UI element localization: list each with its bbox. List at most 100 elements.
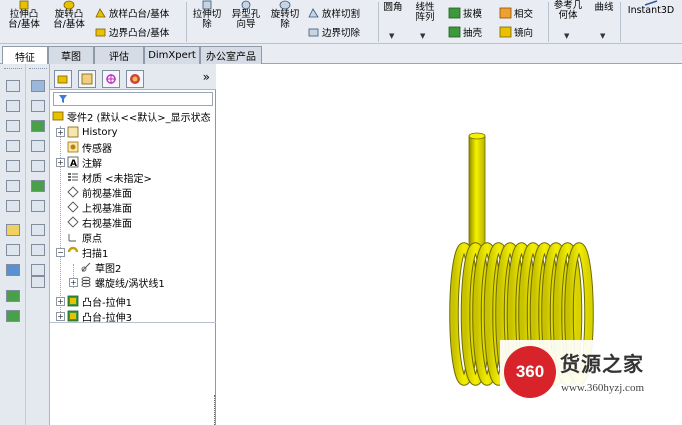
left-toolbar-primary	[0, 64, 26, 425]
toolbar-icon[interactable]	[31, 100, 45, 112]
tree-item-boss-extrude3[interactable]: 凸台-拉伸3	[67, 309, 132, 324]
tree-item-sketch2[interactable]: 草图2	[80, 260, 121, 275]
expand-toggle-icon[interactable]: +	[56, 312, 65, 321]
toolbar-icon[interactable]	[6, 120, 20, 132]
tree-item-history[interactable]: History	[67, 125, 118, 139]
boundary-cut-label: 边界切除	[322, 28, 361, 39]
tab-office-products[interactable]: 办公室产品	[200, 46, 262, 64]
tree-item-sensors[interactable]: 传感器	[67, 140, 112, 155]
svg-text:A: A	[70, 159, 77, 168]
command-manager-tabs: 特征 草图 评估 DimXpert 办公室产品	[0, 44, 682, 65]
toolbar-icon[interactable]	[6, 80, 20, 92]
collapse-toggle-icon[interactable]: −	[56, 248, 65, 257]
shell-button[interactable]: 抽壳	[448, 25, 482, 39]
spring-leg-end	[468, 132, 486, 140]
feature-tree-icon	[57, 75, 68, 84]
tree-item-front-plane[interactable]: 前视基准面	[67, 185, 132, 200]
toolbar-icon[interactable]	[31, 200, 45, 212]
draft-button[interactable]: 拔模	[448, 6, 482, 20]
toolbar-icon[interactable]	[6, 100, 20, 112]
toolbar-icon[interactable]	[6, 160, 20, 172]
toolbar-icon[interactable]	[31, 224, 45, 236]
tree-item-boss-extrude1[interactable]: 凸台-拉伸1	[67, 294, 132, 309]
toolbar-icon[interactable]	[6, 140, 20, 152]
tree-item-annotations[interactable]: A 注解	[67, 155, 102, 170]
expand-toggle-icon[interactable]: +	[56, 297, 65, 306]
revolve-cut-label: 旋转切除	[270, 9, 300, 30]
mirror-button[interactable]: 镜向	[499, 25, 533, 39]
tree-item-label: 前视基准面	[82, 188, 132, 200]
revolve-boss-base-button[interactable]: 旋转凸台/基体	[48, 0, 90, 44]
tree-item-right-plane[interactable]: 右视基准面	[67, 215, 132, 230]
intersect-button[interactable]: 相交	[499, 6, 533, 20]
toolbar-icon[interactable]	[31, 140, 45, 152]
toolbar-icon[interactable]	[31, 276, 45, 288]
tree-item-sweep1[interactable]: 扫描1	[67, 245, 109, 260]
toolbar-icon[interactable]	[6, 244, 20, 256]
tree-rollback-bar[interactable]	[50, 322, 216, 323]
tree-item-label: 传感器	[82, 143, 112, 155]
instant3d-button[interactable]: Instant3D	[622, 0, 680, 44]
mirror-icon	[499, 26, 512, 38]
instant3d-label: Instant3D	[627, 5, 675, 16]
tab-dimxpert[interactable]: DimXpert	[144, 46, 200, 64]
boundary-cut-icon	[308, 28, 319, 37]
loft-boss-base-button[interactable]: 放样凸台/基体	[94, 6, 169, 20]
plane-icon	[67, 216, 79, 228]
tree-item-label: 扫描1	[82, 248, 109, 260]
feature-tree-root[interactable]: 零件2 (默认<<默认>_显示状态	[52, 109, 211, 124]
part-icon	[52, 111, 64, 121]
toolbar-icon[interactable]	[31, 80, 45, 92]
toolbar-icon[interactable]	[6, 290, 20, 302]
toolbar-icon[interactable]	[31, 120, 45, 132]
boundary-boss-base-button[interactable]: 边界凸台/基体	[94, 25, 169, 39]
linear-pattern-dropdown-icon[interactable]: ▼	[420, 32, 425, 40]
boundary-cut-button[interactable]: 边界切除	[307, 25, 360, 39]
toolbar-icon[interactable]	[31, 264, 45, 276]
boundary-boss-base-label: 边界凸台/基体	[109, 28, 170, 39]
toolbar-icon[interactable]	[31, 180, 45, 192]
reference-geometry-dropdown-icon[interactable]: ▼	[564, 32, 569, 40]
extrude-cut-button[interactable]: 拉伸切除	[189, 0, 225, 44]
toolbar-icon[interactable]	[6, 180, 20, 192]
mirror-label: 镜向	[514, 28, 534, 39]
display-manager-tab-icon[interactable]	[126, 70, 144, 88]
toolbar-icon[interactable]	[6, 264, 20, 276]
toolbar-grip[interactable]	[29, 68, 47, 70]
configuration-manager-tab-icon[interactable]	[102, 70, 120, 88]
extrude-boss-base-button[interactable]: 拉伸凸台/基体	[2, 0, 46, 44]
expand-toggle-icon[interactable]: +	[56, 158, 65, 167]
sensor-icon	[67, 141, 79, 153]
tree-item-label: 上视基准面	[82, 203, 132, 215]
loft-cut-button[interactable]: 放样切割	[307, 6, 360, 20]
revolve-cut-button[interactable]: 旋转切除	[267, 0, 303, 44]
fillet-label: 圆角	[383, 2, 403, 13]
tree-item-origin[interactable]: 原点	[67, 230, 102, 245]
tab-sketch[interactable]: 草图	[48, 46, 94, 64]
property-manager-tab-icon[interactable]	[78, 70, 96, 88]
toolbar-icon[interactable]	[6, 200, 20, 212]
tab-features[interactable]: 特征	[2, 46, 48, 65]
toolbar-grip[interactable]	[4, 68, 22, 70]
toolbar-icon[interactable]	[6, 310, 20, 322]
solidworks-window: 拉伸凸台/基体 旋转凸台/基体 放样凸台/基体 边界凸台/基体 拉伸切除 异型孔…	[0, 0, 682, 425]
loft-cut-label: 放样切割	[322, 9, 361, 20]
tree-item-material[interactable]: 材质 <未指定>	[67, 170, 152, 185]
hole-wizard-button[interactable]: 异型孔向导	[228, 0, 264, 44]
tree-item-label: 螺旋线/涡状线1	[95, 278, 165, 290]
tree-item-helix[interactable]: 螺旋线/涡状线1	[80, 275, 165, 290]
tree-item-top-plane[interactable]: 上视基准面	[67, 200, 132, 215]
tree-item-label: 材质 <未指定>	[82, 173, 152, 185]
sketch-icon[interactable]	[6, 224, 20, 236]
tab-evaluate[interactable]: 评估	[94, 46, 144, 64]
expand-toggle-icon[interactable]: +	[69, 278, 78, 287]
feature-manager-chevron[interactable]: »	[203, 70, 210, 84]
curves-dropdown-icon[interactable]: ▼	[600, 32, 605, 40]
fillet-dropdown-icon[interactable]: ▼	[389, 32, 394, 40]
toolbar-icon[interactable]	[31, 160, 45, 172]
expand-toggle-icon[interactable]: +	[56, 128, 65, 137]
extrude-cut-label: 拉伸切除	[192, 9, 222, 30]
toolbar-icon[interactable]	[31, 244, 45, 256]
feature-tree-filter[interactable]	[53, 92, 213, 106]
feature-tree-tab-icon[interactable]	[54, 70, 72, 88]
